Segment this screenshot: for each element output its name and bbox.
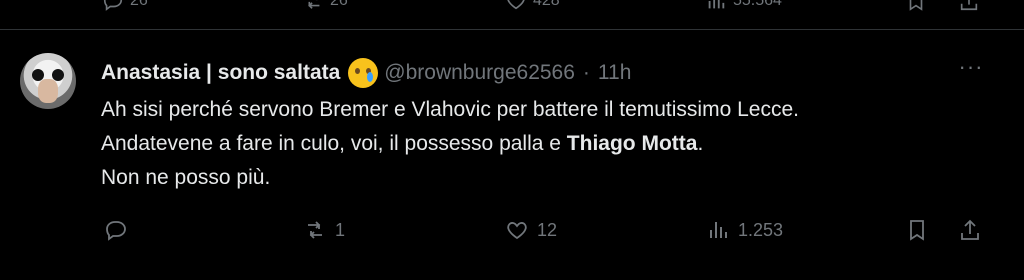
views-icon <box>708 0 725 9</box>
like-button[interactable]: 12 <box>505 218 557 242</box>
prev-reply-count: 26 <box>130 0 148 9</box>
repost-count: 1 <box>335 219 346 240</box>
author-handle[interactable]: @brownburge62566 <box>384 59 575 87</box>
tweet-text-line-3: Non ne posso più. <box>101 166 271 189</box>
face-holding-back-tears-icon <box>348 58 379 88</box>
heart-icon <box>507 0 525 10</box>
tweet-text-bold: Thiago Motta <box>566 132 698 155</box>
views-button[interactable]: 1.253 <box>706 218 783 242</box>
views-icon <box>710 222 727 238</box>
tweet-text: Ah sisi perché servono Bremer e Vlahovic… <box>101 93 1001 195</box>
bookmark-icon <box>909 0 923 11</box>
like-count: 12 <box>537 219 558 240</box>
share-button[interactable] <box>958 218 982 242</box>
tweet-text-line-2-start: Andatevene a fare in culo, voi, il posse… <box>101 132 567 155</box>
share-icon <box>960 0 978 11</box>
tweet-text-line-2-end: . <box>697 132 704 155</box>
share-icon <box>961 219 979 240</box>
avatar[interactable] <box>20 53 76 109</box>
repost-icon <box>308 221 322 239</box>
reply-icon <box>106 221 126 241</box>
tweet-text-line-2: Andatevene a fare in culo, voi, il posse… <box>101 127 1001 161</box>
prev-reply-button[interactable]: 26 <box>102 0 148 12</box>
reply-icon <box>103 0 123 11</box>
tweet-timestamp[interactable]: 11h <box>598 59 631 87</box>
header-separator: · <box>582 61 590 84</box>
repost-icon <box>308 0 320 9</box>
tweet-actions: 1 12 1.253 <box>0 218 1024 248</box>
tweet-header: Anastasia | sono saltata @brownburge6256… <box>101 58 631 88</box>
prev-bookmark-button[interactable] <box>905 0 927 12</box>
prev-view-count: 55.564 <box>733 0 782 9</box>
previous-tweet-actions: 26 26 428 55.564 <box>0 0 1024 11</box>
more-icon: ··· <box>958 54 984 79</box>
tweet-text-line-1: Ah sisi perché servono Bremer e Vlahovic… <box>101 98 799 121</box>
prev-repost-count: 26 <box>330 0 348 9</box>
view-count: 1.253 <box>738 219 784 240</box>
tweet-divider <box>0 29 1024 30</box>
heart-icon <box>507 222 527 240</box>
more-options-button[interactable]: ··· <box>957 56 985 82</box>
prev-repost-button[interactable]: 26 <box>302 0 348 12</box>
prev-share-button[interactable] <box>958 0 980 12</box>
prev-views-button[interactable]: 55.564 <box>705 0 782 12</box>
prev-like-button[interactable]: 428 <box>505 0 560 12</box>
avatar-face <box>38 79 58 103</box>
bookmark-button[interactable] <box>905 218 929 242</box>
repost-button[interactable]: 1 <box>303 218 345 242</box>
author-name[interactable]: Anastasia | sono saltata <box>101 59 340 87</box>
prev-like-count: 428 <box>533 0 560 9</box>
bookmark-icon <box>910 220 924 241</box>
reply-button[interactable] <box>104 218 136 242</box>
